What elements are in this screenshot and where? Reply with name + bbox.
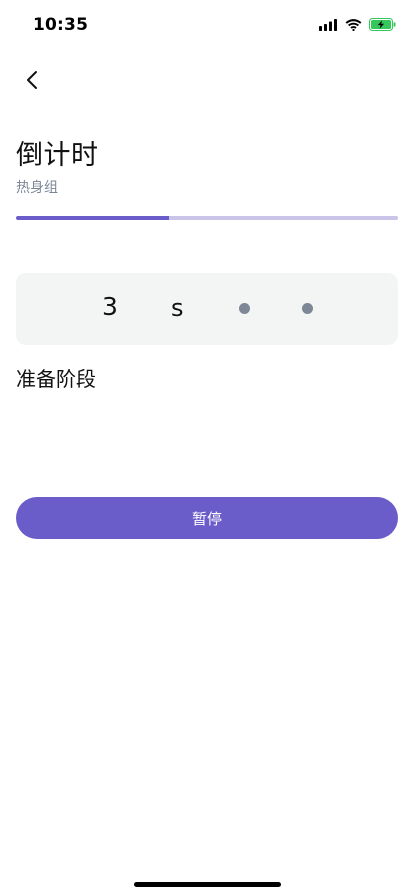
countdown-number: 3 <box>102 292 118 321</box>
countdown-dot <box>302 303 313 314</box>
wifi-icon <box>345 18 362 31</box>
page-title: 倒计时 <box>16 140 99 171</box>
signal-icon <box>319 18 337 31</box>
phase-label: 准备阶段 <box>16 367 96 391</box>
countdown-card: 3 s <box>16 273 398 345</box>
countdown-unit: s <box>171 294 184 322</box>
status-icons <box>319 18 396 31</box>
status-bar: 10:35 <box>0 0 414 48</box>
battery-charging-icon <box>369 18 396 31</box>
chevron-left-icon <box>27 71 37 89</box>
progress-fill <box>16 216 169 220</box>
status-time: 10:35 <box>33 15 89 35</box>
pause-button[interactable]: 暂停 <box>16 497 398 539</box>
countdown-dot <box>239 303 250 314</box>
page-subtitle: 热身组 <box>16 180 58 196</box>
progress-bar <box>16 216 398 220</box>
back-button[interactable] <box>18 66 46 94</box>
home-indicator <box>134 882 281 887</box>
